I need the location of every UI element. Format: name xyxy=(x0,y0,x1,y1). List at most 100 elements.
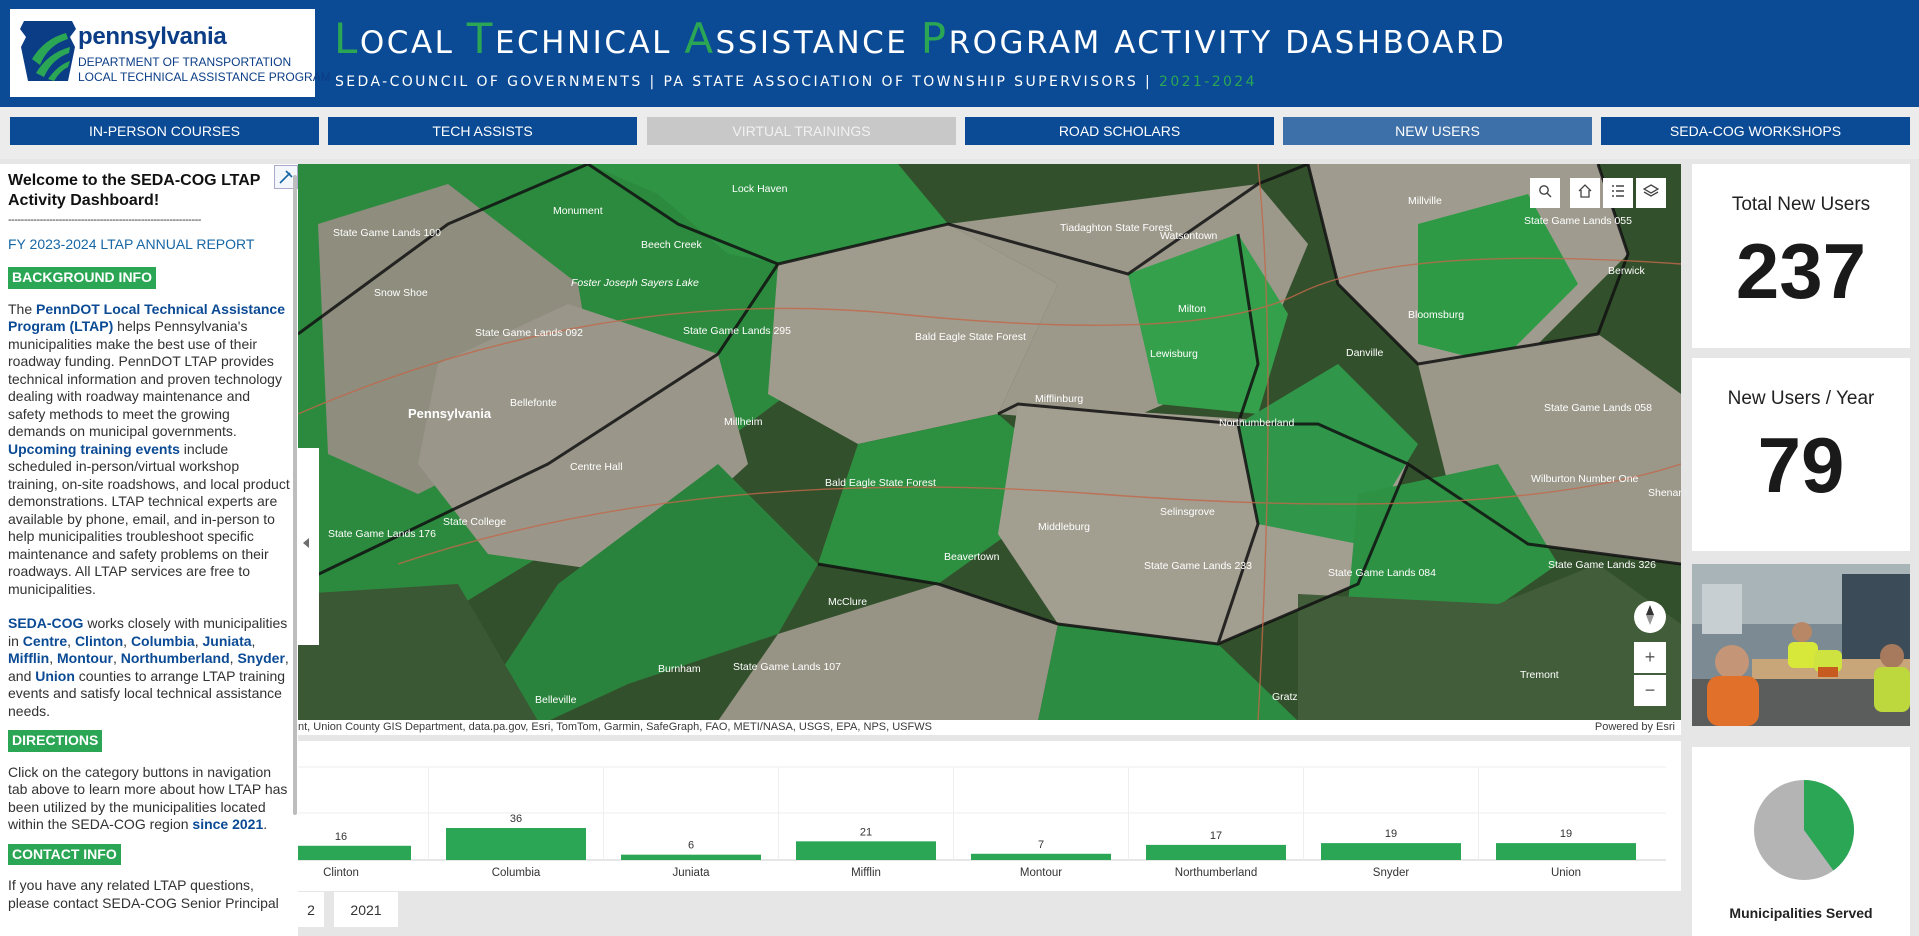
bar-value-label: 6 xyxy=(688,840,694,852)
new-users-per-year-label: New Users / Year xyxy=(1727,388,1875,409)
map-label: State Game Lands 100 xyxy=(333,227,441,239)
logo-name: pennsylvania xyxy=(78,23,227,50)
powered-by-esri[interactable]: Powered by Esri xyxy=(1595,721,1675,733)
total-new-users-label: Total New Users xyxy=(1731,194,1871,215)
nav-virtual-trainings-button[interactable]: VIRTUAL TRAININGS xyxy=(647,117,956,145)
map-label: State Game Lands 084 xyxy=(1328,567,1436,579)
map-label: State College xyxy=(443,516,506,528)
home-icon xyxy=(1578,183,1592,203)
nav-seda-cog-workshops-button[interactable]: SEDA-COG WORKSHOPS xyxy=(1601,117,1910,145)
total-new-users-value: 237 xyxy=(1735,227,1867,315)
bar-value-label: 7 xyxy=(1038,839,1044,851)
map-label: Mifflinburg xyxy=(1035,393,1083,405)
map-label: Danville xyxy=(1346,347,1384,359)
bar-montour[interactable] xyxy=(971,853,1111,860)
upcoming-training-link[interactable]: Upcoming training events xyxy=(8,441,180,457)
map-label: State Game Lands 055 xyxy=(1524,215,1632,227)
category-label: Clinton xyxy=(323,867,359,879)
bar-juniata[interactable] xyxy=(621,854,761,860)
title-word-rest: OCAL xyxy=(359,25,455,61)
background-info-heading: BACKGROUND INFO xyxy=(8,267,156,289)
map-legend-button[interactable] xyxy=(1603,178,1633,208)
county-link-montour[interactable]: Montour xyxy=(57,650,113,666)
title-initial: L xyxy=(334,14,360,63)
map-canvas[interactable]: Lock Haven Monument Beech Creek State Ga… xyxy=(298,164,1681,721)
bar-northumberland[interactable] xyxy=(1146,844,1286,860)
municipalities-pie-chart xyxy=(1754,780,1854,880)
county-link-centre[interactable]: Centre xyxy=(23,633,67,649)
bar-columbia[interactable] xyxy=(446,828,586,860)
map-search-button[interactable] xyxy=(1530,178,1560,208)
contact-info-heading: CONTACT INFO xyxy=(8,843,121,865)
page-title: LOCAL TECHNICAL ASSISTANCE PROGRAM ACTIV… xyxy=(334,14,1506,63)
county-link-juniata[interactable]: Juniata xyxy=(203,633,252,649)
nav-new-users-button[interactable]: NEW USERS xyxy=(1283,117,1592,145)
map-label: Millville xyxy=(1408,195,1442,207)
search-icon xyxy=(1538,184,1552,203)
county-link-northumberland[interactable]: Northumberland xyxy=(121,650,230,666)
category-label: Snyder xyxy=(1373,867,1410,879)
county-link-union[interactable]: Union xyxy=(35,668,75,684)
map-label: Tiadaghton State Forest xyxy=(1060,222,1172,234)
map-home-button[interactable] xyxy=(1570,178,1600,208)
zoom-in-button[interactable]: + xyxy=(1634,642,1666,673)
map-layers-button[interactable] xyxy=(1636,178,1666,208)
map-label: Monument xyxy=(553,205,603,217)
logo-subtitle-2: LOCAL TECHNICAL ASSISTANCE PROGRAM xyxy=(78,70,331,84)
new-users-per-year-value: 79 xyxy=(1757,421,1845,509)
sidebar-scrollbar[interactable] xyxy=(293,175,297,815)
map-label: Snow Shoe xyxy=(374,287,428,299)
penndot-logo[interactable]: pennsylvania DEPARTMENT OF TRANSPORTATIO… xyxy=(10,9,331,97)
municipalities-served-label: Municipalities Served xyxy=(1729,905,1873,921)
nav-road-scholars-button[interactable]: ROAD SCHOLARS xyxy=(965,117,1274,145)
map-label: State Game Lands 233 xyxy=(1144,560,1252,572)
annual-report-link[interactable]: FY 2023-2024 LTAP ANNUAL REPORT xyxy=(8,236,290,254)
sidebar-divider: ----------------------------------------… xyxy=(8,214,201,226)
total-new-users-card: Total New Users 237 xyxy=(1692,164,1910,348)
bar-clinton[interactable] xyxy=(298,845,411,860)
map-label: Bald Eagle State Forest xyxy=(825,477,936,489)
since-2021-link[interactable]: since 2021 xyxy=(192,816,263,832)
directions-heading: DIRECTIONS xyxy=(8,730,103,752)
map-label: State Game Lands 058 xyxy=(1544,402,1652,414)
year-tab-2022[interactable]: 2 xyxy=(298,892,324,927)
text-span: and xyxy=(8,667,32,684)
map-view[interactable]: Lock Haven Monument Beech Creek State Ga… xyxy=(298,164,1681,721)
chart-canvas: 16 Clinton 36 Columbia 6 Juniata 21 Mifflin 7 Mon… xyxy=(298,766,1666,879)
text-span: . xyxy=(263,816,268,832)
county-link-columbia[interactable]: Columbia xyxy=(131,633,195,649)
title-initial: P xyxy=(920,14,949,63)
compass-button[interactable] xyxy=(1634,601,1666,633)
map-label: State Game Lands 092 xyxy=(475,327,583,339)
background-paragraph: The PennDOT Local Technical Assistance P… xyxy=(8,301,290,599)
category-label: Columbia xyxy=(492,867,541,879)
county-link-snyder[interactable]: Snyder xyxy=(237,650,284,666)
map-label: Watsontown xyxy=(1160,230,1218,242)
title-tail: ACTIVITY DASHBOARD xyxy=(1114,25,1507,61)
bar-mifflin[interactable] xyxy=(796,841,936,860)
seda-cog-link[interactable]: SEDA-COG xyxy=(8,615,83,631)
bar-value-label: 36 xyxy=(510,813,522,825)
title-word-rest: ROGRAM xyxy=(948,25,1102,61)
counties-paragraph: SEDA-COG works closely with municipaliti… xyxy=(8,615,289,719)
map-label: Bellefonte xyxy=(510,397,557,409)
map-label: Selinsgrove xyxy=(1160,506,1215,518)
collapse-panel-button[interactable] xyxy=(298,448,319,645)
title-word-rest: SSISTANCE xyxy=(715,25,909,61)
bar-union[interactable] xyxy=(1496,843,1636,860)
year-tab-2021[interactable]: 2021 xyxy=(334,892,398,927)
title-initial: T xyxy=(466,14,495,63)
category-label: Montour xyxy=(1020,867,1062,879)
zoom-out-button[interactable]: − xyxy=(1634,675,1666,706)
workshop-photo xyxy=(1692,564,1910,726)
new-users-per-year-card: New Users / Year 79 xyxy=(1692,358,1910,551)
county-link-mifflin[interactable]: Mifflin xyxy=(8,650,49,666)
bar-snyder[interactable] xyxy=(1321,843,1461,860)
map-label: Beavertown xyxy=(944,551,1000,563)
map-label: Northumberland xyxy=(1219,417,1294,429)
bar-value-label: 17 xyxy=(1210,830,1222,842)
nav-in-person-courses-button[interactable]: IN-PERSON COURSES xyxy=(10,117,319,145)
county-link-clinton[interactable]: Clinton xyxy=(75,633,123,649)
nav-tech-assists-button[interactable]: TECH ASSISTS xyxy=(328,117,637,145)
map-label: Burnham xyxy=(658,663,701,675)
